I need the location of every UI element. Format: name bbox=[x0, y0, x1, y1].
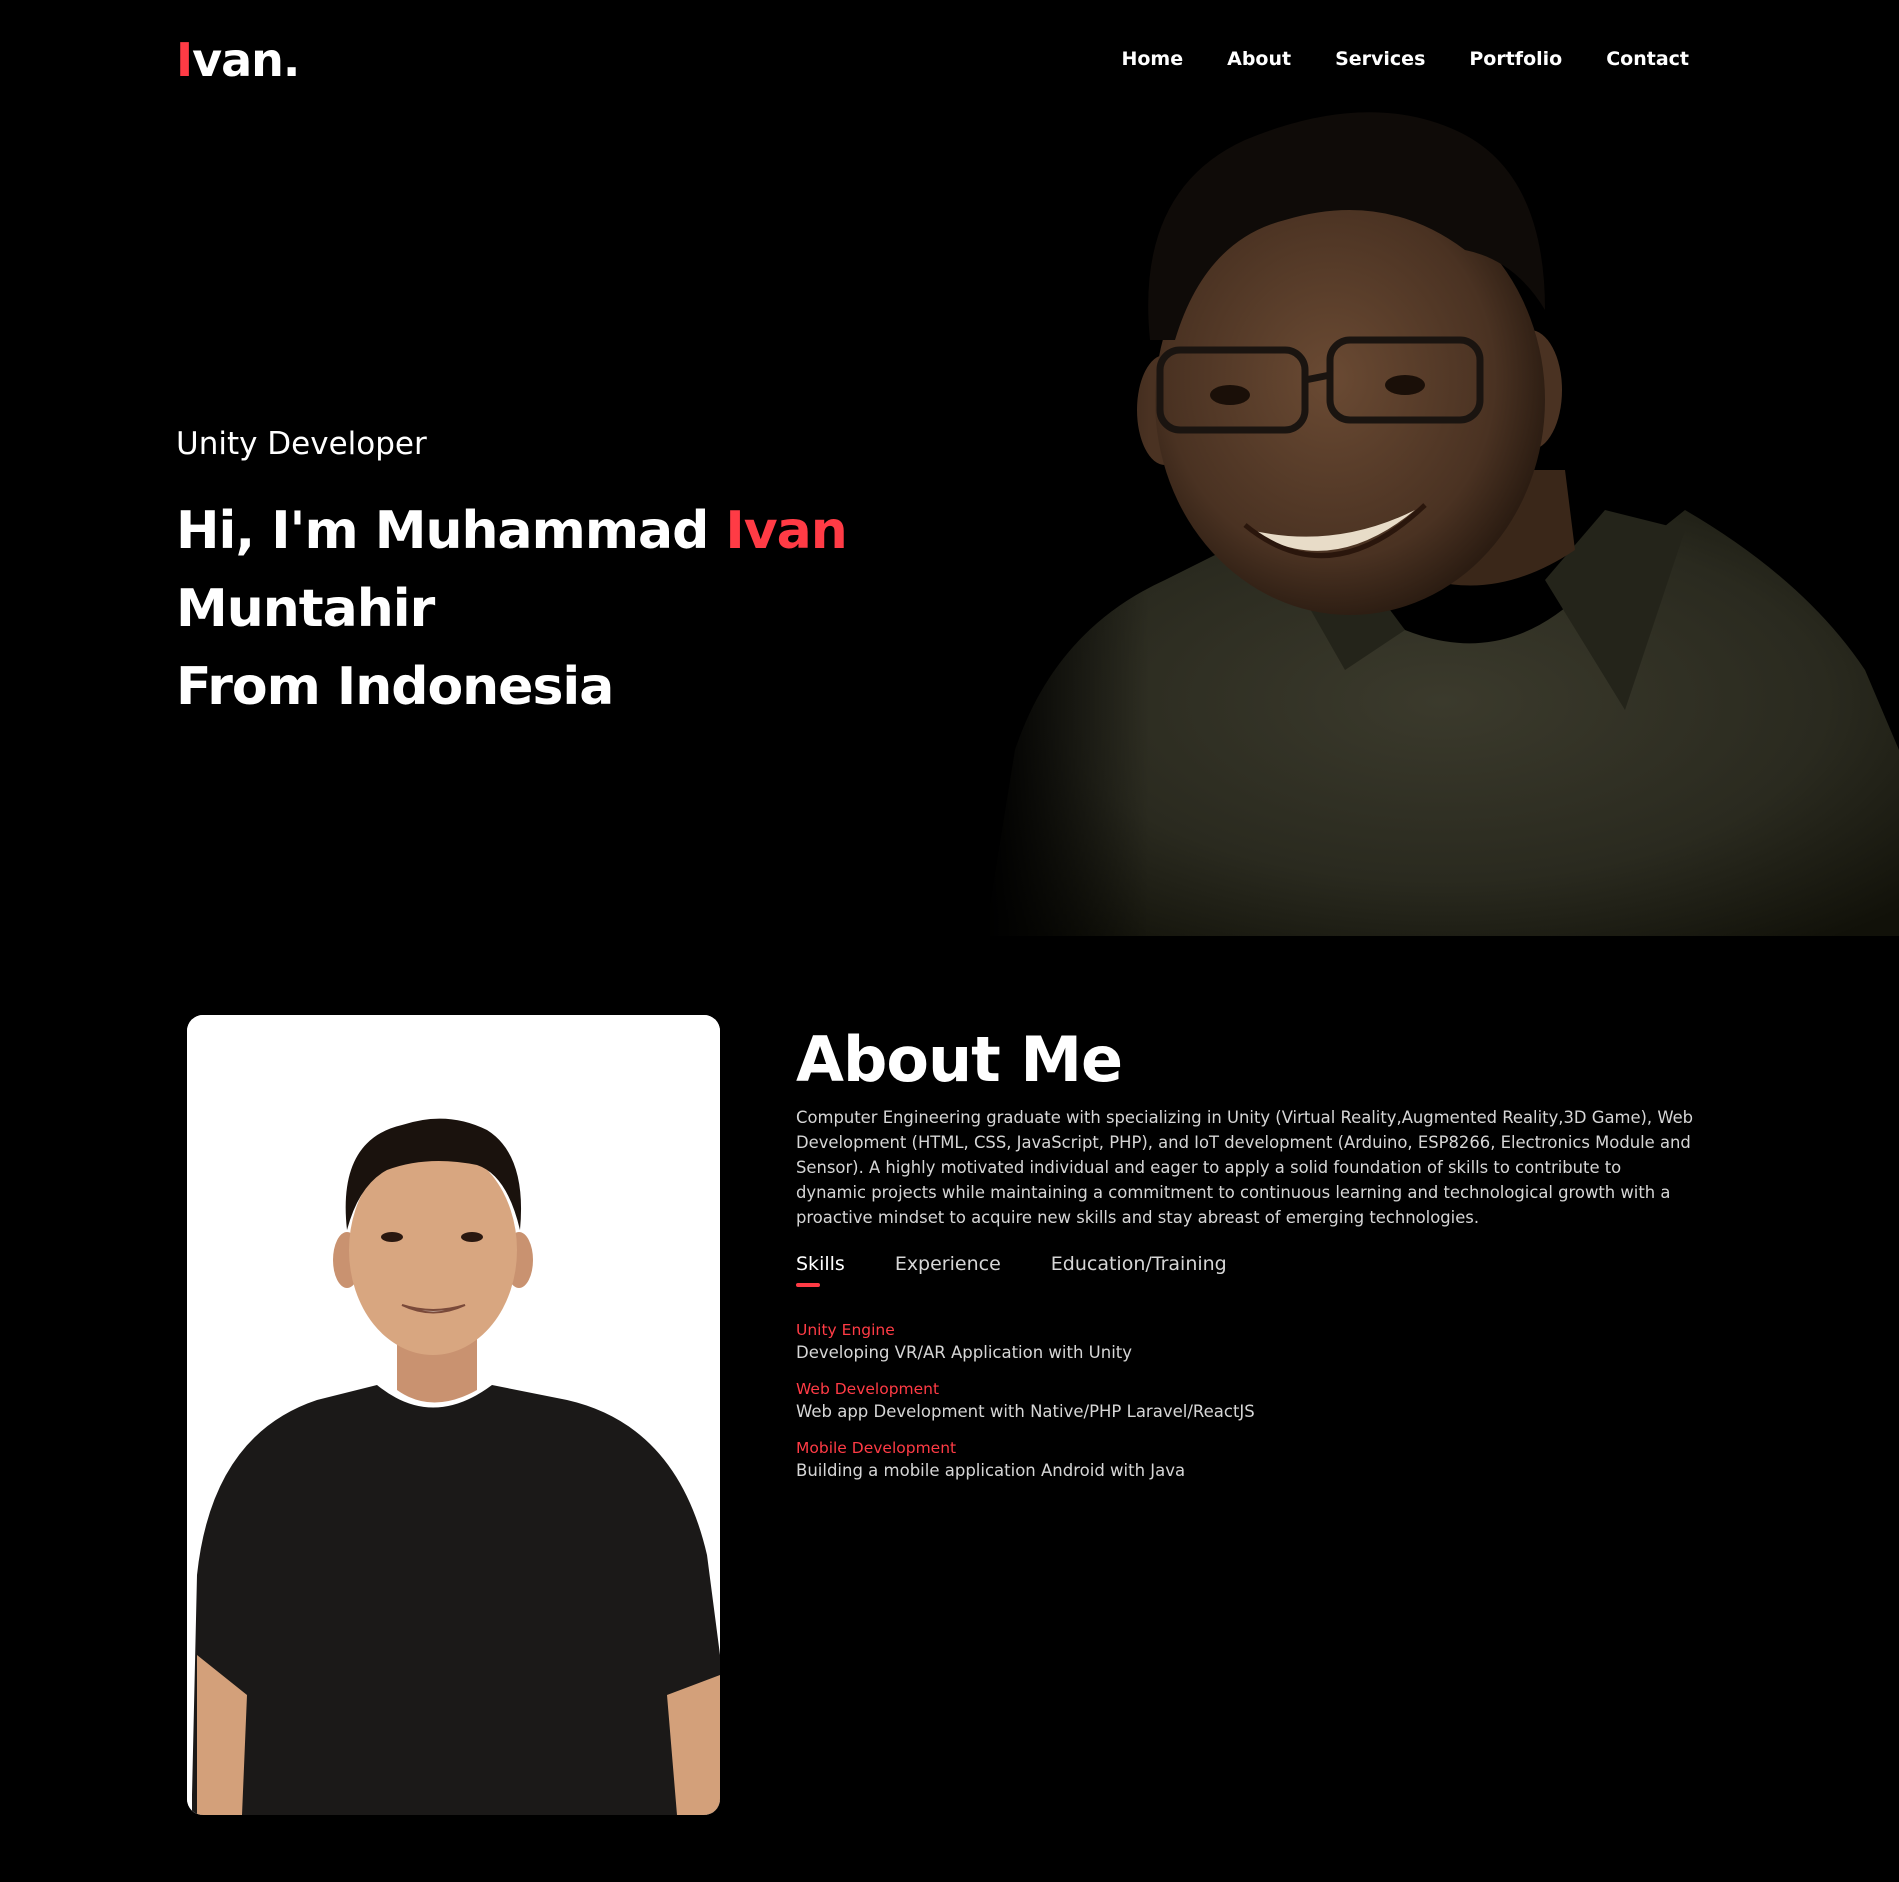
tab-experience[interactable]: Experience bbox=[895, 1251, 1001, 1277]
logo-text: van. bbox=[192, 33, 300, 87]
tab-education-training-label: Education/Training bbox=[1050, 1253, 1227, 1275]
logo-accent-letter: I bbox=[176, 33, 193, 87]
tab-education-training[interactable]: Education/Training bbox=[1051, 1251, 1227, 1277]
hero-title-surname: Muntahir bbox=[176, 579, 435, 639]
active-tab-indicator bbox=[796, 1283, 820, 1287]
about-portrait-photo bbox=[187, 1015, 720, 1815]
hero-title: Hi, I'm Muhammad Ivan Muntahir From Indo… bbox=[176, 492, 1076, 726]
nav-home[interactable]: Home bbox=[1121, 44, 1183, 74]
tab-experience-label: Experience bbox=[894, 1253, 1001, 1275]
tab-skills-label: Skills bbox=[796, 1253, 845, 1275]
skill-item: Mobile Development Building a mobile app… bbox=[796, 1437, 1496, 1483]
nav-services[interactable]: Services bbox=[1335, 44, 1425, 74]
about-heading: About Me bbox=[796, 1023, 1123, 1096]
hero-title-accent-name: Ivan bbox=[725, 501, 847, 561]
skill-title: Mobile Development bbox=[796, 1439, 957, 1457]
skills-list: Unity Engine Developing VR/AR Applicatio… bbox=[796, 1319, 1496, 1496]
hero-title-greeting: Hi, I'm Muhammad bbox=[176, 501, 726, 561]
skill-title: Web Development bbox=[796, 1380, 940, 1398]
skill-title: Unity Engine bbox=[796, 1321, 895, 1339]
nav-contact[interactable]: Contact bbox=[1606, 44, 1689, 74]
tab-skills[interactable]: Skills bbox=[796, 1251, 845, 1287]
skill-description: Developing VR/AR Application with Unity bbox=[796, 1343, 1133, 1362]
hero-portrait-photo bbox=[985, 110, 1899, 936]
skill-description: Building a mobile application Android wi… bbox=[796, 1461, 1186, 1480]
skill-item: Web Development Web app Development with… bbox=[796, 1378, 1496, 1424]
about-tabs: Skills Experience Education/Training bbox=[796, 1251, 1227, 1287]
about-description: Computer Engineering graduate with speci… bbox=[796, 1108, 1694, 1227]
nav-about[interactable]: About bbox=[1227, 44, 1291, 74]
skill-description: Web app Development with Native/PHP Lara… bbox=[796, 1402, 1255, 1421]
main-nav: Home About Services Portfolio Contact bbox=[1121, 44, 1689, 74]
nav-portfolio[interactable]: Portfolio bbox=[1469, 44, 1562, 74]
skill-item: Unity Engine Developing VR/AR Applicatio… bbox=[796, 1319, 1496, 1365]
page: Ivan. Home About Services Portfolio Cont… bbox=[0, 0, 1899, 1882]
logo[interactable]: Ivan. bbox=[176, 30, 300, 90]
hero-subtitle: Unity Developer bbox=[176, 426, 427, 462]
hero-title-line2: From Indonesia bbox=[176, 657, 614, 717]
